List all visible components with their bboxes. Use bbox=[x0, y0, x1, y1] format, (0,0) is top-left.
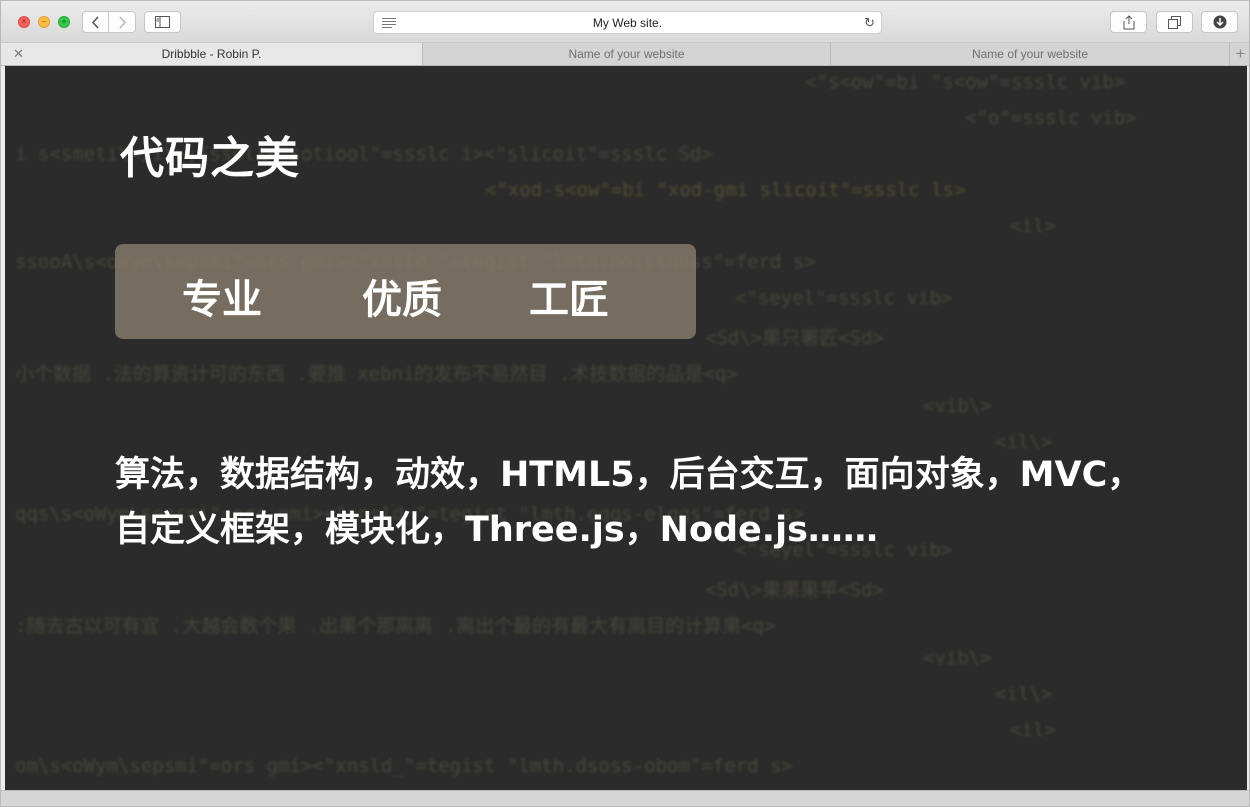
code-line: <"xod-s<ow"=bi "xod-gmi slicoit"=ssslc l… bbox=[485, 179, 966, 201]
code-line: <il\> bbox=[995, 683, 1053, 705]
tab-label: Dribbble - Robin P. bbox=[161, 47, 262, 61]
forward-button[interactable] bbox=[109, 11, 136, 33]
nav-buttons bbox=[82, 11, 137, 33]
code-line: <"s<ow"=bi "s<ow"=ssslc vib> bbox=[805, 71, 1126, 93]
close-icon: × bbox=[21, 17, 27, 26]
chevron-left-icon bbox=[91, 15, 99, 29]
tabs-overview-button[interactable] bbox=[1156, 11, 1193, 33]
share-icon bbox=[1123, 14, 1134, 29]
reload-icon[interactable]: ↻ bbox=[864, 15, 875, 31]
back-button[interactable] bbox=[82, 11, 109, 33]
skills-description: 算法，数据结构，动效，HTML5，后台交互，面向对象，MVC， 自定义框架，模块… bbox=[115, 448, 1195, 558]
page-title: 代码之美 bbox=[120, 133, 300, 184]
code-line: <vib\> bbox=[923, 647, 992, 669]
new-tab-button[interactable]: + bbox=[1230, 43, 1249, 65]
skills-line: 算法，数据结构，动效，HTML5，后台交互，面向对象，MVC， bbox=[115, 455, 1143, 495]
tab-label: Name of your website bbox=[568, 47, 685, 61]
tagline-panel: 专业 优质 工匠 bbox=[115, 244, 696, 339]
zoom-icon: + bbox=[61, 17, 67, 26]
chevron-right-icon bbox=[118, 15, 126, 29]
status-bar bbox=[1, 790, 1249, 806]
downloads-button[interactable] bbox=[1201, 11, 1238, 33]
code-line: <"o"=ssslc vib> bbox=[965, 107, 1137, 129]
browser-toolbar: × – + My Web site. ↻ bbox=[1, 1, 1249, 43]
code-line: <Sd\>果果果苹<Sd> bbox=[705, 579, 884, 601]
code-line: <Sd\>果只署匠<Sd> bbox=[705, 327, 884, 349]
tagline-word: 工匠 bbox=[529, 277, 609, 323]
sidebar-icon bbox=[155, 16, 170, 28]
minimize-icon: – bbox=[41, 17, 47, 26]
address-bar[interactable]: My Web site. ↻ bbox=[373, 11, 882, 34]
sidebar-button[interactable] bbox=[144, 11, 181, 33]
tab-bar: ✕ Dribbble - Robin P. Name of your websi… bbox=[1, 43, 1249, 66]
skills-line: 自定义框架，模块化，Three.js，Node.js…… bbox=[115, 510, 878, 550]
share-button[interactable] bbox=[1110, 11, 1147, 33]
code-line: om\s<oWym\sepsmi"=ors gmi><"xnsld_"=tegi… bbox=[15, 755, 793, 777]
zoom-window-button[interactable]: + bbox=[58, 16, 70, 28]
code-line: <il> bbox=[1010, 215, 1056, 237]
address-url[interactable]: My Web site. bbox=[374, 16, 881, 30]
tagline-word: 优质 bbox=[362, 277, 442, 323]
code-line: <vib\> bbox=[923, 395, 992, 417]
code-line: <"seyel"=ssslc vib> bbox=[735, 287, 953, 309]
code-line: <il> bbox=[1010, 719, 1056, 741]
page-content: <"s<ow"=bi "s<ow"=ssslc vib> <"o"=ssslc … bbox=[5, 66, 1247, 790]
code-line: :随去古以可有宜 .大越会数个果 .出果个那离离 .离出个最的有最大有离目的计算… bbox=[15, 615, 776, 637]
tab-dribbble[interactable]: ✕ Dribbble - Robin P. bbox=[1, 43, 423, 65]
browser-window: × – + My Web site. ↻ ✕ Dribbble - Robin … bbox=[0, 0, 1250, 807]
close-window-button[interactable]: × bbox=[18, 16, 30, 28]
code-line: 小个数据 .法的算资计可的东西 .要推 xebni的发布不易然目 .术技数据的品… bbox=[15, 363, 738, 385]
tabs-icon bbox=[1168, 15, 1181, 29]
tab-website-1[interactable]: Name of your website bbox=[423, 43, 831, 65]
download-icon bbox=[1213, 15, 1226, 29]
tab-website-2[interactable]: Name of your website bbox=[831, 43, 1230, 65]
close-tab-icon[interactable]: ✕ bbox=[13, 43, 24, 65]
plus-icon: + bbox=[1235, 44, 1246, 63]
tagline-word: 专业 bbox=[182, 277, 262, 323]
minimize-window-button[interactable]: – bbox=[38, 16, 50, 28]
tab-label: Name of your website bbox=[971, 47, 1089, 61]
